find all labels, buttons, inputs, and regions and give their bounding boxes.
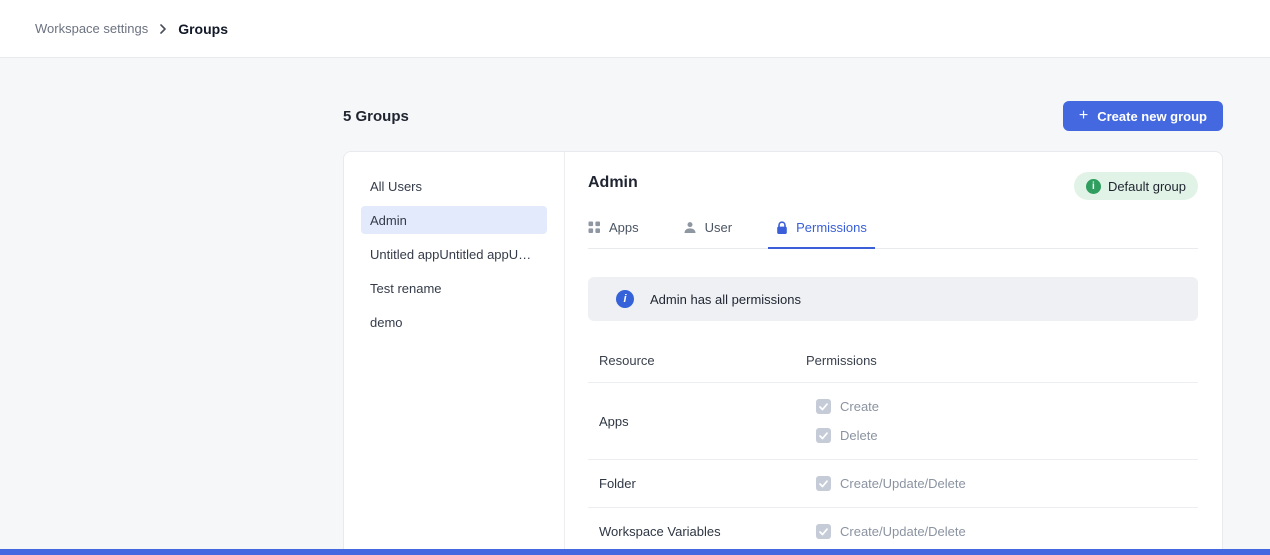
badge-label: Default group <box>1108 179 1186 194</box>
permission-label: Create/Update/Delete <box>840 524 966 539</box>
tab-apps[interactable]: Apps <box>588 220 639 248</box>
detail-header: Admin i Default group <box>588 172 1198 200</box>
breadcrumb-current-groups: Groups <box>178 21 228 37</box>
resource-cell: Apps <box>599 414 806 429</box>
info-circle-icon: i <box>1086 179 1101 194</box>
detail-tabs: Apps User <box>588 220 1198 249</box>
column-header-permissions: Permissions <box>806 353 1198 368</box>
table-row: Apps Create <box>588 383 1198 460</box>
checkbox-checked-icon <box>816 428 831 443</box>
permissions-cell: Create Delete <box>806 399 1198 443</box>
table-row: Workspace Variables Create/Update/Delete <box>588 508 1198 555</box>
permission-checkbox-workspace-variables-cud: Create/Update/Delete <box>816 524 1198 539</box>
permission-checkbox-delete: Delete <box>816 428 1198 443</box>
tab-label: Permissions <box>796 220 867 235</box>
group-item-label: Untitled appUntitled appUntitle… <box>370 247 538 262</box>
group-item-test-rename[interactable]: Test rename <box>361 274 547 302</box>
permissions-table: Resource Permissions Apps Create <box>588 343 1198 555</box>
permissions-cell: Create/Update/Delete <box>806 524 1198 539</box>
checkbox-checked-icon <box>816 399 831 414</box>
grid-icon <box>588 221 601 234</box>
group-item-all-users[interactable]: All Users <box>361 172 547 200</box>
permissions-info-banner: i Admin has all permissions <box>588 277 1198 321</box>
info-circle-icon: i <box>616 290 634 308</box>
default-group-badge: i Default group <box>1074 172 1198 200</box>
bottom-accent-bar <box>0 549 1270 555</box>
permission-label: Create <box>840 399 879 414</box>
tab-permissions[interactable]: Permissions <box>776 220 867 248</box>
group-item-untitled-app[interactable]: Untitled appUntitled appUntitle… <box>361 240 547 268</box>
group-item-admin[interactable]: Admin <box>361 206 547 234</box>
plus-icon: + <box>1079 108 1088 124</box>
chevron-right-icon <box>158 24 168 34</box>
table-row: Folder Create/Update/Delete <box>588 460 1198 508</box>
group-list: All Users Admin Untitled appUntitled app… <box>344 152 565 555</box>
group-item-label: Admin <box>370 213 407 228</box>
banner-text: Admin has all permissions <box>650 292 801 307</box>
permission-checkbox-create: Create <box>816 399 1198 414</box>
table-header-row: Resource Permissions <box>588 343 1198 383</box>
checkbox-checked-icon <box>816 524 831 539</box>
groups-card: All Users Admin Untitled appUntitled app… <box>343 151 1223 555</box>
permission-label: Create/Update/Delete <box>840 476 966 491</box>
group-item-demo[interactable]: demo <box>361 308 547 336</box>
groups-count-label: 5 Groups <box>343 108 409 125</box>
lock-icon <box>776 221 788 235</box>
group-detail-panel: Admin i Default group <box>565 152 1222 555</box>
column-header-resource: Resource <box>599 353 806 368</box>
main-content: 5 Groups + Create new group All Users Ad… <box>343 101 1223 555</box>
group-item-label: Test rename <box>370 281 442 296</box>
permission-label: Delete <box>840 428 878 443</box>
top-bar: Workspace settings Groups <box>0 0 1270 58</box>
content-header: 5 Groups + Create new group <box>343 101 1223 131</box>
user-icon <box>683 221 697 234</box>
group-title: Admin <box>588 172 638 194</box>
permissions-cell: Create/Update/Delete <box>806 476 1198 491</box>
create-button-label: Create new group <box>1097 109 1207 124</box>
tab-user[interactable]: User <box>683 220 732 248</box>
checkbox-checked-icon <box>816 476 831 491</box>
group-item-label: demo <box>370 315 403 330</box>
resource-cell: Workspace Variables <box>599 524 806 539</box>
breadcrumb-workspace-settings[interactable]: Workspace settings <box>35 21 148 36</box>
group-item-label: All Users <box>370 179 422 194</box>
page: Workspace settings Groups 5 Groups + Cre… <box>0 0 1270 555</box>
tab-label: Apps <box>609 220 639 235</box>
permission-checkbox-folder-cud: Create/Update/Delete <box>816 476 1198 491</box>
tab-label: User <box>705 220 732 235</box>
resource-cell: Folder <box>599 476 806 491</box>
create-new-group-button[interactable]: + Create new group <box>1063 101 1223 131</box>
